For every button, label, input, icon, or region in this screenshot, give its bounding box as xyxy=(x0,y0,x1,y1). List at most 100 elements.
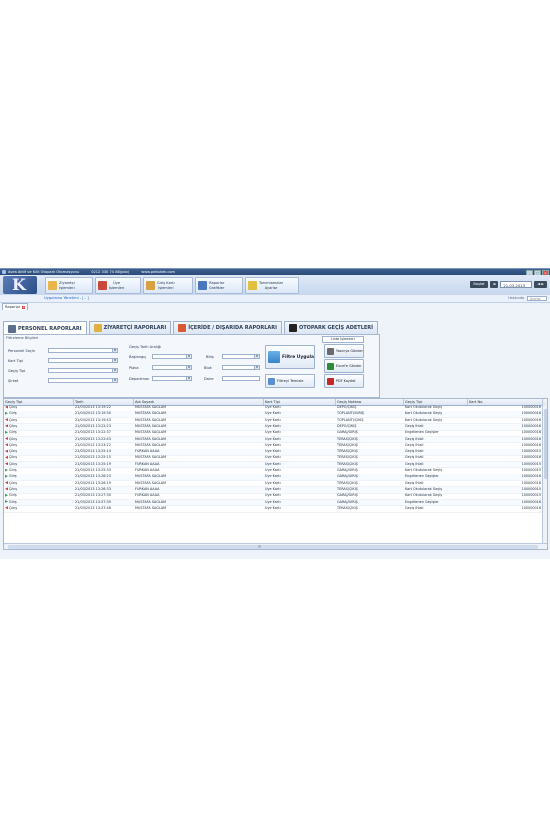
col-pass-kind-cell: Geçiş İhlali xyxy=(405,423,424,428)
pass-type-text: Giriş xyxy=(9,468,17,472)
prev-date-button[interactable]: ◄ xyxy=(489,281,499,288)
close-tab-icon[interactable]: × xyxy=(22,305,26,309)
main-toolbar: K Ziyaretçi İşlemleri Üye İşlemleri Giri… xyxy=(0,275,550,296)
clear-filter-label: Filtreyi Temizle xyxy=(277,379,304,383)
col-name-cell: MUSTAFA SAĞLAM xyxy=(135,480,167,485)
col-card-no-cell: 100000016 xyxy=(521,505,541,510)
chevron-down-icon: ▼ xyxy=(112,369,117,372)
col-pass-kind-cell: Kart Okutularak Geçiş xyxy=(405,417,443,422)
card-ops-button[interactable]: Giriş Kartı İşlemleri xyxy=(143,277,193,294)
about-link[interactable]: Hakkında xyxy=(508,296,524,300)
breadcrumb-link[interactable]: Uygulama Yönetimi - [ - ] xyxy=(44,296,89,300)
end-date-input[interactable]: ▼ xyxy=(222,354,260,359)
exit-arrow-icon xyxy=(5,443,8,447)
col-pass-kind-cell: Geçiş İhlali xyxy=(405,449,424,454)
app-icon xyxy=(2,270,6,274)
col-card-no-cell: 100000015 xyxy=(521,486,541,491)
date-nav-button[interactable]: ◄ ► xyxy=(534,281,547,288)
date-field[interactable]: 21.03.2013 xyxy=(500,281,533,288)
pass-type-text: Giriş xyxy=(9,430,17,435)
col-pass-kind-cell: Geçiş İhlali xyxy=(405,480,424,485)
tab-inside-outside-reports[interactable]: İÇERİDE / DIŞARIDA RAPORLARI xyxy=(173,321,282,335)
exit-arrow-icon xyxy=(5,462,8,466)
scroll-grip-icon: ||| xyxy=(258,544,262,548)
company-select[interactable]: ▼ xyxy=(48,378,118,383)
pdf-button[interactable]: PDF Kaydet xyxy=(324,374,364,388)
pass-type-select[interactable]: ▼ xyxy=(48,368,118,373)
col-name-cell: MUSTAFA SAĞLAM xyxy=(135,499,167,504)
col-card-type-cell: Üye Kartı xyxy=(265,480,281,485)
horizontal-scroll-thumb[interactable] xyxy=(8,544,538,549)
print-button[interactable]: Yazıcıya Gönder xyxy=(324,344,364,358)
print-label: Yazıcıya Gönder xyxy=(336,349,363,353)
col-pass-point-cell: DEPO/ÇIKIŞ xyxy=(337,405,357,409)
col-card-type-cell: Üye Kartı xyxy=(265,423,281,428)
exit-arrow-icon xyxy=(5,449,8,453)
brand-logo: K xyxy=(3,275,37,294)
col-pass-type-cell: Giriş xyxy=(4,474,74,480)
tab-inside-outside-label: İÇERİDE / DIŞARIDA RAPORLARI xyxy=(188,325,277,331)
block-input[interactable]: ▼ xyxy=(222,365,260,370)
tab-parking-counts[interactable]: OTOPARK GEÇİŞ ADETLERİ xyxy=(284,321,379,335)
personnel-select[interactable]: ▼ xyxy=(48,348,118,353)
col-name-cell: MUSTAFA SAĞLAM xyxy=(135,455,167,460)
card-type-select[interactable]: ▼ xyxy=(48,358,118,363)
col-pass-kind-cell: Geçiş İhlali xyxy=(405,442,424,447)
vertical-scrollbar[interactable] xyxy=(542,405,547,543)
reports-button[interactable]: Raporlar Grafikler xyxy=(195,277,243,294)
member-ops-button[interactable]: Üye İşlemleri xyxy=(95,277,141,294)
start-date-input[interactable]: ▼ xyxy=(152,354,192,359)
pass-type-text: Çıkış xyxy=(9,417,17,422)
inside-outside-icon xyxy=(178,324,187,332)
col-pass-point-cell: TERAS/ÇIKIŞ xyxy=(337,455,358,460)
excel-icon xyxy=(327,362,334,370)
col-name-cell: MUSTAFA SAĞLAM xyxy=(135,505,167,510)
apply-filter-button[interactable]: Filtre Uygula xyxy=(265,345,315,369)
pass-type-text: Çıkış xyxy=(9,449,17,454)
col-card-type-cell: Üye Kartı xyxy=(265,436,281,441)
col-date-cell: 21/03/2013 13:22:43 xyxy=(75,436,111,441)
settings-label: Tanımlamalar Ayarlar xyxy=(259,281,284,290)
start-button[interactable]: Başlat xyxy=(470,281,488,288)
visitor-ops-button[interactable]: Ziyaretçi İşlemleri xyxy=(45,277,93,294)
exit-arrow-icon xyxy=(5,481,8,485)
col-card-type-cell: Üye Kartı xyxy=(265,417,281,422)
col-pass-point-cell: GARAJ/GİRİŞ xyxy=(337,499,358,504)
table-row[interactable]: Çıkış 21/03/2013 13:27:48 MUSTAFA SAĞLAM Üy… xyxy=(4,506,547,513)
col-card-type-cell: Üye Kartı xyxy=(265,442,281,447)
clear-filter-button[interactable]: Filtreyi Temizle xyxy=(265,374,315,388)
col-pass-point-cell: TERAS/ÇIKIŞ xyxy=(337,480,358,485)
tab-visitor-label: ZİYARETÇİ RAPORLARI xyxy=(103,325,167,331)
col-card-type-cell: Üye Kartı xyxy=(265,486,281,491)
col-card-type-cell: Üye Kartı xyxy=(265,405,281,409)
card-icon xyxy=(146,281,155,290)
window-title: Avea Aktif ve Kilit Otopark Otomasyonu xyxy=(8,270,80,274)
department-select[interactable]: ▼ xyxy=(152,376,192,381)
settings-button[interactable]: Tanımlamalar Ayarlar xyxy=(245,277,299,294)
printer-icon xyxy=(327,347,334,355)
chevron-down-icon: ▼ xyxy=(186,355,191,358)
report-icon xyxy=(198,281,207,290)
horizontal-scrollbar[interactable]: ||| xyxy=(4,543,547,549)
col-card-no-cell: 100000016 xyxy=(521,455,541,460)
personnel-label: Personeli Seçin xyxy=(8,349,36,353)
member-icon xyxy=(98,281,107,290)
pass-type-text: Çıkış xyxy=(9,505,17,510)
reports-doc-tab[interactable]: Raporlar × xyxy=(2,303,29,310)
excel-button[interactable]: Excel'e Gönder xyxy=(324,359,364,373)
col-name-cell: MUSTAFA SAĞLAM xyxy=(135,430,167,435)
search-input[interactable]: Arama xyxy=(527,295,547,301)
chevron-down-icon: ▼ xyxy=(254,366,259,369)
tab-parking-label: OTOPARK GEÇİŞ ADETLERİ xyxy=(299,325,374,331)
col-pass-type-cell: Çıkış xyxy=(4,449,74,455)
filter-icon xyxy=(268,351,280,363)
plate-input[interactable]: ▼ xyxy=(152,365,192,370)
col-name-cell: MUSTAFA SAĞLAM xyxy=(135,436,167,441)
pass-type-text: Çıkış xyxy=(9,486,17,491)
col-name-cell: MUSTAFA SAĞLAM xyxy=(135,474,167,479)
vertical-scroll-thumb[interactable] xyxy=(543,409,547,479)
tab-visitor-reports[interactable]: ZİYARETÇİ RAPORLARI xyxy=(88,321,172,335)
chevron-down-icon: ▼ xyxy=(254,355,259,358)
col-pass-type-cell: Çıkış xyxy=(4,437,74,443)
flat-input[interactable] xyxy=(222,376,260,381)
